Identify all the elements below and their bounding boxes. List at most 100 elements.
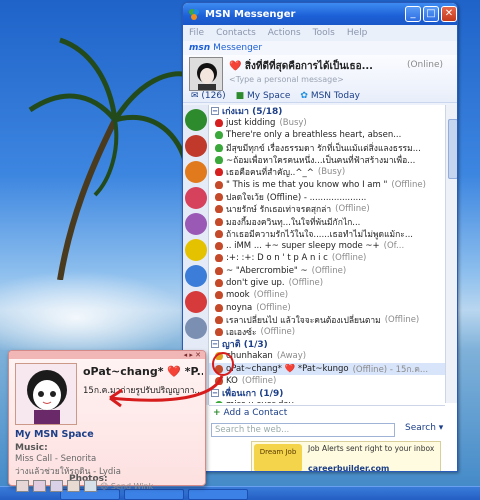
user-avatar[interactable] — [189, 57, 223, 91]
menu-help[interactable]: Help — [347, 28, 368, 38]
menu-contacts[interactable]: Contacts — [216, 28, 256, 38]
contact-name: " This is me that you know who I am " — [226, 179, 388, 190]
scrollbar-thumb[interactable] — [448, 119, 457, 179]
contact-row[interactable]: just kidding (Busy) — [209, 117, 445, 129]
contact-row[interactable]: มีสุขมีทุกข์ เรื่องธรรมดา รักที่เป็นแม้แ… — [209, 142, 445, 154]
contact-status: (Away) — [276, 351, 307, 362]
photo-thumb[interactable] — [33, 480, 46, 492]
search-button[interactable]: Search ▾ — [405, 423, 443, 433]
collapse-icon[interactable]: − — [211, 389, 219, 398]
collapse-icon[interactable]: − — [211, 107, 219, 115]
contact-row[interactable]: ~ "Abercrombie" ~ (Offline) — [209, 265, 445, 277]
contact-name: ~ "Abercrombie" ~ — [226, 265, 308, 276]
card-header — [9, 351, 205, 359]
contact-name: just kidding — [226, 118, 276, 129]
close-button[interactable]: ✕ — [441, 6, 457, 22]
contact-name: ถ้าเธอมีความรักไว้ในใจ......เธอทำไม่ไม่พ… — [226, 229, 413, 240]
contact-avatar — [15, 363, 77, 425]
my-msn-space-link[interactable]: My MSN Space — [15, 429, 94, 440]
minimize-button[interactable]: _ — [405, 6, 421, 22]
my-space-link[interactable]: ■ My Space — [236, 91, 291, 101]
presence-icon — [215, 254, 223, 263]
contact-card-message: 15ก.ค.มาถ่ายรูปรับปริญญากา... — [83, 386, 203, 396]
photo-thumb[interactable] — [50, 480, 63, 492]
photo-thumb[interactable] — [16, 480, 29, 492]
photo-thumbnails — [16, 480, 97, 492]
contact-row[interactable]: เธอคือคนที่สำคัญ..^_^ (Busy) — [209, 166, 445, 178]
photo-thumb[interactable] — [84, 480, 97, 492]
contact-row[interactable]: ปลดใจเว้ย (Offline) - ..................… — [209, 191, 445, 203]
add-contact-link[interactable]: + Add a Contact — [209, 405, 445, 419]
card-controls[interactable]: ◂ ▸ ✕ — [184, 351, 201, 359]
menu-actions[interactable]: Actions — [268, 28, 301, 38]
send-wink-button[interactable]: ☺ Send Wink — [100, 482, 153, 491]
search-web-input[interactable]: Search the web... — [211, 423, 395, 437]
profile-panel: ❤️ สิ่งที่ดีที่สุดคือการได้เป็นเธอ... (O… — [183, 55, 457, 103]
presence-icon — [215, 377, 223, 386]
tab-heart-icon[interactable] — [185, 291, 207, 313]
search-button-label: Search — [405, 423, 436, 433]
personal-message-field[interactable]: <Type a personal message> — [229, 75, 344, 84]
contact-status: (Offline) — [384, 314, 420, 325]
my-space-label: My Space — [247, 91, 291, 101]
contact-group-header[interactable]: − เพื่อนเกา (1/9) — [209, 387, 445, 399]
contact-row[interactable]: มองกี้มองควินทุ...ในใจที่พ้นมีกักไก... — [209, 215, 445, 228]
tab-star-icon[interactable] — [185, 135, 207, 157]
presence-icon — [215, 291, 223, 300]
presence-icon — [215, 328, 223, 337]
contact-row[interactable]: นายรักษ์ รักเธอเท่าจรดสุกล่า (Offline) — [209, 203, 445, 215]
space-icon: ■ — [235, 91, 245, 101]
contact-row[interactable]: chunhakan (Away) — [209, 350, 445, 362]
menu-file[interactable]: File — [189, 28, 204, 38]
presence-icon — [215, 229, 223, 238]
brand-name: Messenger — [213, 43, 263, 53]
contact-card-name: oPat~chang* ❤️ *P... — [83, 365, 203, 378]
contact-row[interactable]: เรลาเปลี่ยนไป แล้วใจจะคนต้องเปลี่ยนตาม (O… — [209, 314, 445, 326]
scrollbar[interactable] — [445, 105, 457, 403]
tab-contacts-icon[interactable] — [185, 161, 207, 183]
collapse-icon[interactable]: − — [211, 340, 219, 349]
contact-group-header[interactable]: − ญาติ (1/3) — [209, 338, 445, 350]
presence-icon — [215, 131, 223, 140]
profile-links: ✉ (126) ■ My Space ✿ MSN Today — [191, 91, 360, 101]
contact-row[interactable]: ถ้าเธอมีความรักไว้ในใจ......เธอทำไม่ไม่พ… — [209, 228, 445, 240]
contact-status: (Offline) — [253, 290, 289, 301]
contact-row[interactable]: " This is me that you know who I am " (Of… — [209, 178, 445, 190]
tab-ebay-icon[interactable] — [185, 213, 207, 235]
display-name[interactable]: ❤️ สิ่งที่ดีที่สุดคือการได้เป็นเธอ... — [229, 59, 409, 74]
wink-icon: ☺ — [100, 482, 109, 491]
contact-row[interactable]: ~ถ้อมเพื่อหาใครคนหนึ่ง...เป็นคนที่ฟ้าสร้… — [209, 154, 445, 166]
menu-tools[interactable]: Tools — [313, 28, 335, 38]
contact-row[interactable]: mook (Offline) — [209, 289, 445, 301]
contact-status: (Offline) — [391, 179, 426, 190]
tab-gift-icon[interactable] — [185, 187, 207, 209]
status-indicator[interactable]: (Online) — [407, 60, 443, 70]
contact-row[interactable]: oPat~chang* ❤️ *Pat~kungo (Offline) - 15ก… — [209, 362, 445, 375]
menu-bar: File Contacts Actions Tools Help — [183, 25, 457, 41]
tab-smiley-icon[interactable] — [185, 239, 207, 261]
group-name: ญาติ (1/3) — [222, 340, 268, 351]
contact-row[interactable]: There're only a breathless heart, absen.… — [209, 129, 445, 141]
maximize-button[interactable]: □ — [423, 6, 439, 22]
contact-group-header[interactable]: − เก่งเมา (5/18) — [209, 105, 445, 117]
advertisement-banner[interactable]: Dream Job Job Alerts sent right to your … — [251, 441, 441, 471]
tab-music-icon[interactable] — [185, 265, 207, 287]
contact-row[interactable]: miss u ever day — [209, 399, 445, 403]
tab-more-icon[interactable] — [185, 317, 207, 339]
presence-icon — [215, 242, 223, 251]
contact-status: (Offline) — [311, 265, 347, 276]
contact-status: (Busy) — [279, 118, 307, 129]
mail-icon: ✉ — [191, 91, 199, 101]
msn-logo: msn — [189, 43, 211, 53]
contact-row[interactable]: noyna (Offline) — [209, 301, 445, 313]
photo-thumb[interactable] — [67, 480, 80, 492]
contact-row[interactable]: .. iMM ... +~ super sleepy mode ~+ (Of... — [209, 240, 445, 252]
contact-list-area: − เก่งเมา (5/18) just kidding (Busy) There'r… — [183, 105, 457, 471]
taskbar-item[interactable] — [188, 489, 248, 500]
mail-link[interactable]: ✉ (126) — [191, 91, 226, 101]
contact-row[interactable]: don't give up. (Offline) — [209, 277, 445, 289]
tab-messenger-icon[interactable] — [185, 109, 207, 131]
highlight-circle — [212, 352, 234, 376]
msn-today-link[interactable]: ✿ MSN Today — [300, 91, 360, 101]
contact-row[interactable]: :+: :+: D o n ' t p A n i c (Offline) — [209, 252, 445, 264]
